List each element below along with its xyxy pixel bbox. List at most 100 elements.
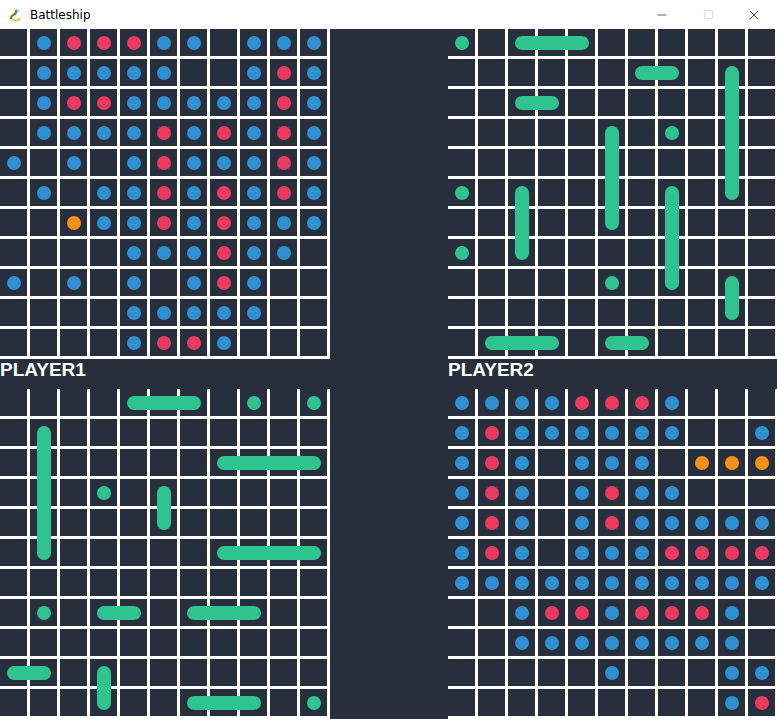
- board-cell[interactable]: [180, 539, 207, 566]
- board-cell[interactable]: [0, 569, 27, 596]
- board-cell[interactable]: [568, 599, 595, 626]
- board-cell[interactable]: [568, 329, 595, 356]
- board-cell[interactable]: [180, 29, 207, 56]
- board-cell[interactable]: [658, 539, 685, 566]
- board-cell[interactable]: [300, 599, 327, 626]
- board-cell[interactable]: [658, 419, 685, 446]
- board-cell[interactable]: [448, 269, 475, 296]
- board-cell[interactable]: [210, 509, 237, 536]
- board-cell[interactable]: [658, 659, 685, 686]
- board-cell[interactable]: [718, 509, 745, 536]
- board-cell[interactable]: [60, 149, 87, 176]
- board-cell[interactable]: [568, 539, 595, 566]
- board-cell[interactable]: [448, 59, 475, 86]
- board-cell[interactable]: [538, 689, 565, 716]
- board-cell[interactable]: [478, 269, 505, 296]
- board-cell[interactable]: [300, 659, 327, 686]
- board-cell[interactable]: [508, 419, 535, 446]
- board-cell[interactable]: [270, 239, 297, 266]
- board-cell[interactable]: [658, 329, 685, 356]
- board-cell[interactable]: [448, 329, 475, 356]
- board-cell[interactable]: [718, 239, 745, 266]
- board-cell[interactable]: [240, 629, 267, 656]
- board-cell[interactable]: [568, 239, 595, 266]
- board-cell[interactable]: [60, 59, 87, 86]
- board-cell[interactable]: [478, 419, 505, 446]
- board-cell[interactable]: [270, 29, 297, 56]
- board-cell[interactable]: [538, 389, 565, 416]
- board-cell[interactable]: [598, 389, 625, 416]
- board-cell[interactable]: [180, 509, 207, 536]
- board-cell[interactable]: [180, 179, 207, 206]
- board-cell[interactable]: [748, 239, 775, 266]
- board-cell[interactable]: [0, 299, 27, 326]
- board-cell[interactable]: [748, 419, 775, 446]
- board-cell[interactable]: [300, 149, 327, 176]
- board-cell[interactable]: [270, 479, 297, 506]
- board-cell[interactable]: [60, 239, 87, 266]
- board-cell[interactable]: [628, 29, 655, 56]
- board-cell[interactable]: [658, 449, 685, 476]
- board-cell[interactable]: [240, 509, 267, 536]
- maximize-button[interactable]: [685, 0, 731, 29]
- board-cell[interactable]: [478, 449, 505, 476]
- board-cell[interactable]: [628, 209, 655, 236]
- board-cell[interactable]: [688, 389, 715, 416]
- board-cell[interactable]: [180, 89, 207, 116]
- board-cell[interactable]: [60, 449, 87, 476]
- board-cell[interactable]: [688, 89, 715, 116]
- board-cell[interactable]: [448, 509, 475, 536]
- board-cell[interactable]: [240, 569, 267, 596]
- board-cell[interactable]: [60, 329, 87, 356]
- board-cell[interactable]: [300, 209, 327, 236]
- board-cell[interactable]: [240, 29, 267, 56]
- board-cell[interactable]: [688, 179, 715, 206]
- board-cell[interactable]: [538, 299, 565, 326]
- board-cell[interactable]: [30, 89, 57, 116]
- board-cell[interactable]: [60, 419, 87, 446]
- board-cell[interactable]: [120, 29, 147, 56]
- board-cell[interactable]: [538, 419, 565, 446]
- board-cell[interactable]: [748, 269, 775, 296]
- board-cell[interactable]: [598, 449, 625, 476]
- board-cell[interactable]: [598, 509, 625, 536]
- board-cell[interactable]: [688, 479, 715, 506]
- board-cell[interactable]: [300, 299, 327, 326]
- board-cell[interactable]: [718, 419, 745, 446]
- board-cell[interactable]: [688, 149, 715, 176]
- board-cell[interactable]: [688, 509, 715, 536]
- board-cell[interactable]: [60, 689, 87, 716]
- board-cell[interactable]: [448, 689, 475, 716]
- board-cell[interactable]: [598, 599, 625, 626]
- board-cell[interactable]: [508, 449, 535, 476]
- minimize-button[interactable]: [639, 0, 685, 29]
- board-cell[interactable]: [270, 689, 297, 716]
- board-cell[interactable]: [60, 179, 87, 206]
- board-cell[interactable]: [240, 269, 267, 296]
- board-cell[interactable]: [150, 89, 177, 116]
- board-cell[interactable]: [658, 689, 685, 716]
- board-cell[interactable]: [688, 329, 715, 356]
- board-cell[interactable]: [718, 479, 745, 506]
- board-cell[interactable]: [0, 239, 27, 266]
- board-cell[interactable]: [120, 89, 147, 116]
- board-cell[interactable]: [0, 209, 27, 236]
- board-cell[interactable]: [508, 569, 535, 596]
- board-cell[interactable]: [30, 389, 57, 416]
- board-cell[interactable]: [0, 59, 27, 86]
- board-cell[interactable]: [240, 59, 267, 86]
- board-cell[interactable]: [478, 29, 505, 56]
- board-cell[interactable]: [270, 179, 297, 206]
- board-cell[interactable]: [150, 449, 177, 476]
- board-cell[interactable]: [448, 449, 475, 476]
- board-cell[interactable]: [658, 509, 685, 536]
- board-cell[interactable]: [568, 689, 595, 716]
- board-cell[interactable]: [568, 419, 595, 446]
- board-cell[interactable]: [120, 329, 147, 356]
- board-cell[interactable]: [658, 569, 685, 596]
- board-cell[interactable]: [90, 209, 117, 236]
- board-cell[interactable]: [598, 59, 625, 86]
- board-cell[interactable]: [628, 269, 655, 296]
- board-cell[interactable]: [478, 179, 505, 206]
- board-cell[interactable]: [0, 89, 27, 116]
